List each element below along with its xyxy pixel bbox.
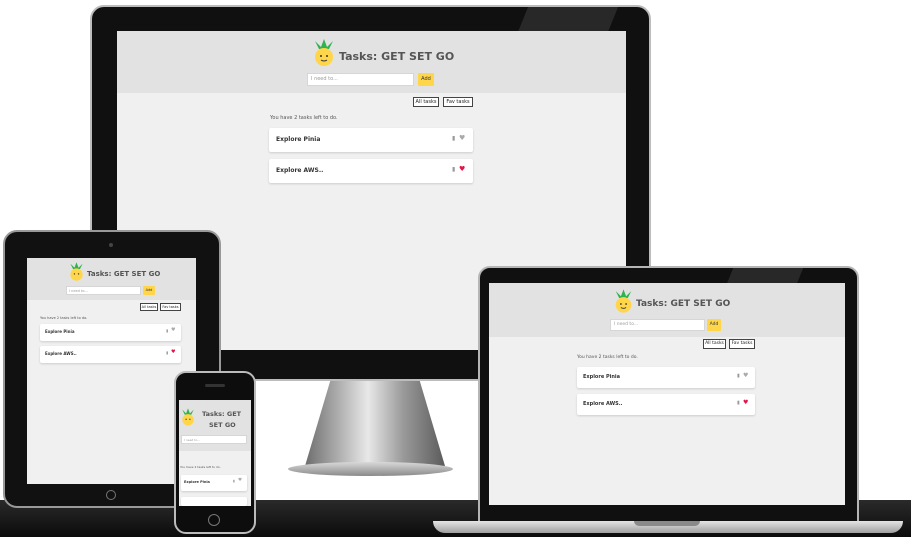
task-card: Explore Pinia ▮ ♥ — [269, 128, 473, 152]
tablet-screen: Tasks: GET SET GO I need to... Add All t… — [27, 258, 196, 484]
app-header: Tasks: GET SET GO I need to... Add — [117, 31, 626, 93]
tasks-left-text: You have 2 tasks left to do. — [577, 355, 638, 360]
app-title-line-1: Tasks: GET — [202, 410, 242, 418]
laptop-glare — [726, 268, 804, 284]
all-tasks-button[interactable]: All tasks — [140, 303, 158, 311]
task-name: Explore AWS.. — [45, 351, 77, 356]
brand: Tasks: GET SET GO — [69, 262, 160, 281]
trash-icon[interactable]: ▮ — [737, 400, 740, 406]
trash-icon[interactable]: ▮ — [166, 328, 168, 333]
task-name: Explore Pinia — [276, 136, 321, 143]
task-name: Explore Pinia — [583, 374, 620, 380]
task-name: Explore Pinia — [45, 329, 75, 334]
app-title: Tasks: GET SET GO — [636, 299, 731, 309]
laptop-screen: Tasks: GET SET GO I need to... Add All t… — [489, 283, 845, 505]
heart-icon[interactable]: ♥ — [171, 349, 175, 355]
app-title-line-2: SET GO — [209, 421, 236, 429]
trash-icon[interactable]: ▮ — [166, 350, 168, 355]
fav-tasks-button[interactable]: Fav tasks — [729, 339, 755, 349]
monitor-stand — [305, 381, 445, 466]
phone-speaker — [205, 384, 225, 387]
task-input[interactable]: I need to... — [66, 286, 141, 295]
tablet-home-button — [106, 490, 116, 500]
brand: Tasks: GET SET GO — [313, 39, 454, 66]
task-name: Explore AWS.. — [583, 401, 623, 407]
tasks-left-text: You have 2 tasks left to do. — [180, 465, 221, 469]
task-card — [181, 497, 247, 506]
task-card: Explore Pinia ▮ ♥ — [40, 324, 181, 341]
tasks-left-text: You have 2 tasks left to do. — [40, 316, 88, 320]
heart-icon[interactable]: ♥ — [171, 327, 175, 333]
task-card: Explore Pinia ▮ ♥ — [181, 475, 247, 491]
heart-icon[interactable]: ♥ — [743, 399, 748, 406]
trash-icon[interactable]: ▮ — [233, 479, 235, 483]
fav-tasks-button[interactable]: Fav tasks — [443, 97, 473, 107]
trash-icon[interactable]: ▮ — [452, 135, 455, 142]
app-title: Tasks: GET SET GO — [339, 50, 455, 63]
phone-home-button — [208, 514, 220, 526]
phone-screen: Tasks: GET SET GO I need to... You have … — [179, 400, 251, 506]
app-header: Tasks: GET SET GO I need to... — [179, 400, 251, 451]
fav-tasks-button[interactable]: Fav tasks — [160, 303, 181, 311]
trash-icon[interactable]: ▮ — [452, 166, 455, 173]
heart-icon[interactable]: ♥ — [238, 478, 242, 483]
all-tasks-button[interactable]: All tasks — [703, 339, 726, 349]
task-card: Explore AWS.. ▮ ♥ — [577, 394, 755, 415]
heart-icon[interactable]: ♥ — [743, 372, 748, 379]
heart-icon[interactable]: ♥ — [459, 134, 465, 142]
task-name: Explore AWS.. — [276, 167, 324, 174]
add-button[interactable]: Add — [143, 286, 155, 295]
add-button[interactable]: Add — [707, 319, 721, 331]
app-header: Tasks: GET SET GO I need to... Add — [489, 283, 845, 337]
laptop-notch — [634, 521, 700, 526]
add-button[interactable]: Add — [418, 73, 434, 86]
pineapple-icon — [182, 408, 194, 426]
task-card: Explore AWS.. ▮ ♥ — [40, 346, 181, 363]
task-card: Explore Pinia ▮ ♥ — [577, 367, 755, 388]
task-card: Explore AWS.. ▮ ♥ — [269, 159, 473, 183]
app-title: Tasks: GET SET GO — [87, 270, 161, 278]
task-input[interactable]: I need to... — [610, 319, 705, 331]
pineapple-icon — [70, 262, 83, 281]
tablet-camera — [109, 243, 113, 247]
task-input[interactable]: I need to... — [307, 73, 414, 86]
pineapple-icon — [615, 289, 632, 313]
pineapple-icon — [315, 39, 333, 66]
tasks-left-text: You have 2 tasks left to do. — [270, 115, 338, 121]
task-input[interactable]: I need to... — [181, 435, 247, 444]
heart-icon[interactable]: ♥ — [459, 165, 465, 173]
trash-icon[interactable]: ▮ — [737, 373, 740, 379]
app-header: Tasks: GET SET GO I need to... Add — [27, 258, 196, 300]
brand: Tasks: GET SET GO — [614, 289, 730, 313]
monitor-base — [288, 462, 453, 476]
all-tasks-button[interactable]: All tasks — [413, 97, 439, 107]
task-name: Explore Pinia — [184, 480, 210, 484]
